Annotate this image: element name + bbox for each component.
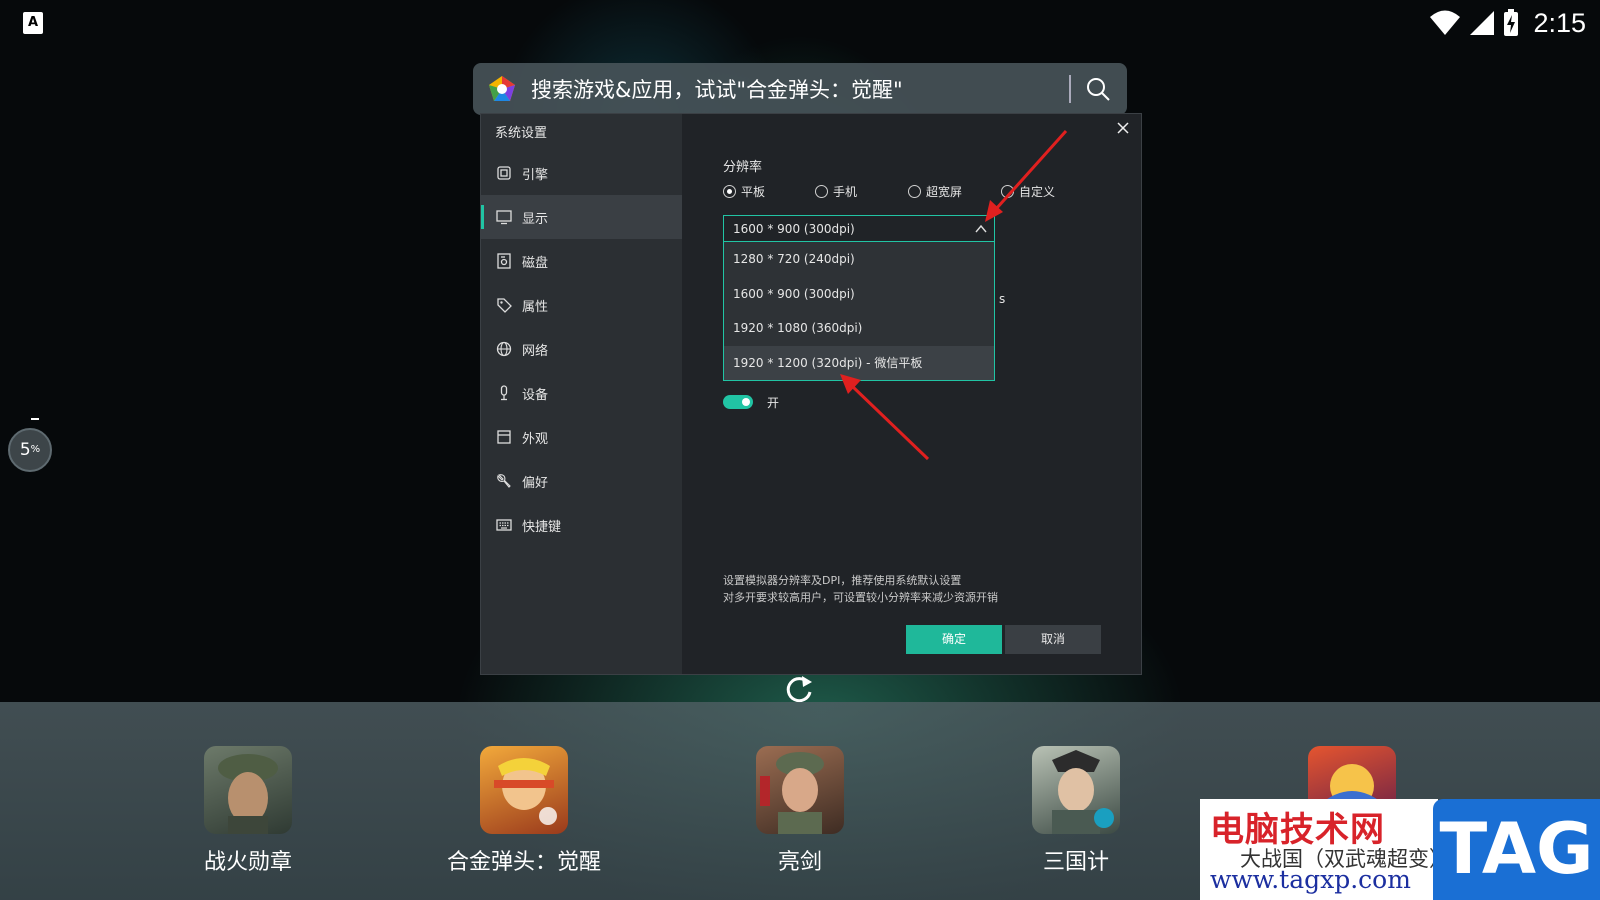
status-bar: A 2:15 bbox=[0, 0, 1600, 46]
monitor-icon bbox=[496, 210, 512, 225]
app-label: 亮剑 bbox=[777, 850, 822, 875]
floating-progress-bubble[interactable]: 5% bbox=[8, 428, 52, 472]
sidebar-item-label: 显示 bbox=[522, 211, 549, 227]
sidebar-item-disk[interactable]: 磁盘 bbox=[481, 239, 682, 283]
window-icon bbox=[497, 430, 511, 444]
radio-label: 超宽屏 bbox=[926, 185, 963, 199]
tag-icon bbox=[497, 298, 512, 313]
resolution-label: 分辨率 bbox=[723, 160, 763, 175]
obscured-text: s bbox=[999, 292, 1006, 306]
soldier-app-icon bbox=[204, 746, 292, 834]
sanguoji-app-icon bbox=[1032, 746, 1120, 834]
dropdown-option[interactable]: 1920 * 1200 (320dpi) - 微信平板 bbox=[724, 345, 994, 380]
description-text: 设置模拟器分辨率及DPI，推荐使用系统默认设置 对多开要求较高用户，可设置较小分… bbox=[723, 572, 998, 606]
sidebar-item-label: 偏好 bbox=[522, 475, 549, 491]
radio-ultrawide[interactable]: 超宽屏 bbox=[908, 183, 962, 200]
dialog-title: 系统设置 bbox=[495, 126, 548, 141]
watermark-tag-logo: TAG bbox=[1433, 799, 1600, 900]
app-center-logo-icon bbox=[489, 76, 515, 101]
radio-checked-icon bbox=[723, 185, 736, 198]
watermark-panel: 电脑技术网 大战国（双武魂超变） www.tagxp.com bbox=[1200, 799, 1450, 900]
chevron-up-icon bbox=[975, 224, 987, 233]
battery-charging-icon bbox=[1504, 9, 1519, 36]
signal-icon bbox=[1470, 11, 1495, 35]
sidebar-item-shortcuts[interactable]: 快捷键 bbox=[481, 503, 682, 547]
sidebar-item-label: 属性 bbox=[522, 299, 549, 315]
sidebar-item-properties[interactable]: 属性 bbox=[481, 283, 682, 327]
watermark-url: www.tagxp.com bbox=[1210, 865, 1411, 894]
sidebar-item-label: 引擎 bbox=[522, 167, 549, 183]
search-bar[interactable]: 搜索游戏&应用，试试"合金弹头：觉醒" bbox=[473, 63, 1127, 115]
metal-slug-app-icon bbox=[480, 746, 568, 834]
close-icon[interactable] bbox=[1115, 120, 1131, 136]
radio-phone[interactable]: 手机 bbox=[815, 183, 857, 200]
radio-label: 自定义 bbox=[1019, 185, 1056, 199]
microphone-icon bbox=[500, 385, 508, 401]
system-settings-dialog: 系统设置 引擎 显示 磁盘 属性 网络 设备 外观 偏好 快捷键 分辨率 平板 … bbox=[480, 113, 1142, 675]
ok-button[interactable]: 确定 bbox=[906, 625, 1002, 654]
toggle-label: 开 bbox=[767, 396, 780, 410]
radio-unchecked-icon bbox=[1001, 185, 1014, 198]
sidebar-item-label: 外观 bbox=[522, 431, 549, 447]
sidebar-item-label: 设备 bbox=[522, 387, 549, 403]
settings-sidebar: 系统设置 引擎 显示 磁盘 属性 网络 设备 外观 偏好 快捷键 bbox=[481, 114, 682, 674]
wrench-icon bbox=[497, 474, 511, 488]
progress-value: 5 bbox=[19, 440, 31, 460]
sidebar-item-label: 快捷键 bbox=[522, 519, 562, 535]
sidebar-item-network[interactable]: 网络 bbox=[481, 327, 682, 371]
search-divider bbox=[1069, 75, 1071, 103]
app-metal-slug[interactable]: 合金弹头：觉醒 bbox=[409, 746, 639, 876]
app-label: 三国计 bbox=[1042, 850, 1109, 875]
sidebar-item-device[interactable]: 设备 bbox=[481, 371, 682, 415]
globe-icon bbox=[496, 341, 512, 357]
disk-icon bbox=[497, 253, 511, 269]
search-input[interactable]: 搜索游戏&应用，试试"合金弹头：觉醒" bbox=[531, 74, 1069, 104]
sidebar-item-appearance[interactable]: 外观 bbox=[481, 415, 682, 459]
toggle-switch[interactable] bbox=[723, 395, 753, 409]
radio-label: 平板 bbox=[741, 185, 766, 199]
keyboard-icon bbox=[496, 519, 512, 531]
clock: 2:15 bbox=[1533, 7, 1586, 38]
app-sanguoji[interactable]: 三国计 bbox=[961, 746, 1191, 876]
keyboard-indicator-icon: A bbox=[23, 12, 43, 34]
app-label: 战火勋章 bbox=[203, 850, 292, 875]
app-zhanhuo[interactable]: 战火勋章 bbox=[133, 746, 363, 876]
settings-content: 分辨率 平板 手机 超宽屏 自定义 1600 * 900 (300dpi) s … bbox=[682, 114, 1142, 674]
cancel-button[interactable]: 取消 bbox=[1005, 625, 1101, 654]
indicator-dash bbox=[31, 418, 39, 420]
radio-unchecked-icon bbox=[815, 185, 828, 198]
radio-tablet[interactable]: 平板 bbox=[723, 183, 765, 200]
sidebar-item-label: 磁盘 bbox=[522, 255, 549, 271]
dropdown-option[interactable]: 1600 * 900 (300dpi) bbox=[724, 277, 994, 312]
liangjian-app-icon bbox=[756, 746, 844, 834]
radio-custom[interactable]: 自定义 bbox=[1001, 183, 1055, 200]
description-line: 设置模拟器分辨率及DPI，推荐使用系统默认设置 bbox=[723, 574, 962, 587]
resolution-select[interactable]: 1600 * 900 (300dpi) bbox=[723, 215, 995, 242]
description-line: 对多开要求较高用户，可设置较小分辨率来减少资源开销 bbox=[723, 591, 998, 604]
selected-resolution: 1600 * 900 (300dpi) bbox=[733, 221, 855, 236]
wifi-icon bbox=[1430, 10, 1461, 35]
sidebar-item-label: 网络 bbox=[522, 343, 549, 359]
refresh-icon[interactable] bbox=[782, 672, 816, 706]
chip-icon bbox=[497, 166, 511, 180]
progress-unit: % bbox=[30, 444, 41, 455]
status-icons: 2:15 bbox=[1429, 6, 1586, 40]
search-icon[interactable] bbox=[1085, 76, 1111, 102]
radio-label: 手机 bbox=[833, 185, 858, 199]
sidebar-item-display[interactable]: 显示 bbox=[481, 195, 682, 239]
app-liangjian[interactable]: 亮剑 bbox=[685, 746, 915, 876]
sidebar-item-engine[interactable]: 引擎 bbox=[481, 151, 682, 195]
dropdown-option[interactable]: 1920 * 1080 (360dpi) bbox=[724, 311, 994, 346]
dropdown-option[interactable]: 1280 * 720 (240dpi) bbox=[724, 242, 994, 277]
radio-unchecked-icon bbox=[908, 185, 921, 198]
sidebar-item-preferences[interactable]: 偏好 bbox=[481, 459, 682, 503]
app-label: 合金弹头：觉醒 bbox=[446, 850, 601, 875]
resolution-dropdown: 1280 * 720 (240dpi) 1600 * 900 (300dpi) … bbox=[723, 242, 995, 381]
